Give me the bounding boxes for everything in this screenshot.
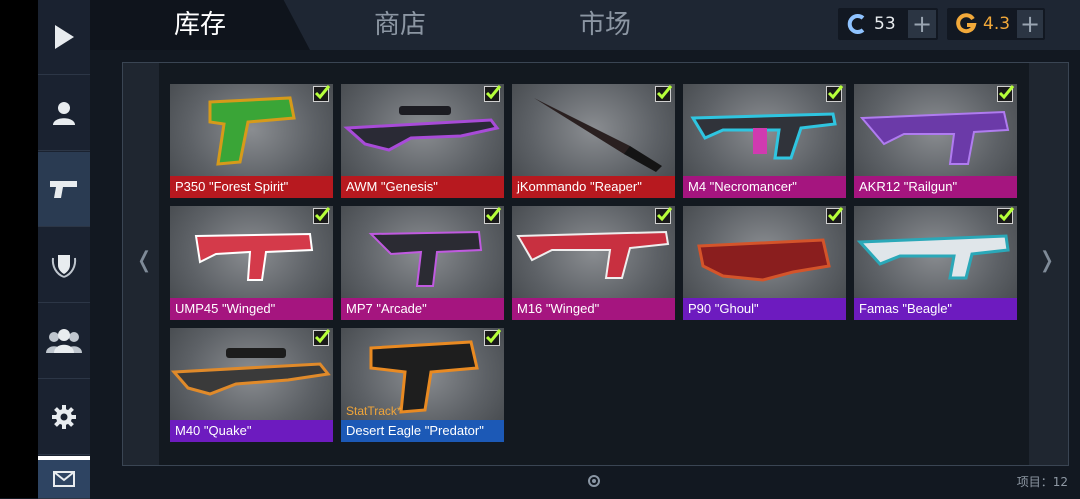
equipped-check-icon bbox=[484, 329, 502, 346]
inventory-item-card[interactable]: AWM "Genesis" bbox=[341, 84, 504, 198]
inventory-item-card[interactable]: AKR12 "Railgun" bbox=[854, 84, 1017, 198]
equipped-check-icon bbox=[997, 207, 1015, 224]
equipped-check-icon bbox=[655, 85, 673, 102]
item-name: P350 "Forest Spirit" bbox=[170, 176, 333, 198]
item-name: MP7 "Arcade" bbox=[341, 298, 504, 320]
item-name: M4 "Necromancer" bbox=[683, 176, 846, 198]
sidebar bbox=[38, 0, 90, 499]
sidebar-item-play[interactable] bbox=[38, 0, 90, 75]
item-name: M16 "Winged" bbox=[512, 298, 675, 320]
sidebar-item-mail[interactable] bbox=[38, 456, 90, 499]
inventory-item-card[interactable]: M40 "Quake" bbox=[170, 328, 333, 442]
weapon-image bbox=[368, 230, 483, 287]
item-name: Desert Eagle "Predator" bbox=[341, 420, 504, 442]
equipped-check-icon bbox=[826, 85, 844, 102]
inventory-panel: ❬ ❭ P350 "Forest Spirit" AWM "Genesis" jKo… bbox=[122, 62, 1069, 466]
page-indicator bbox=[588, 475, 600, 487]
inventory-item-card[interactable]: Famas "Beagle" bbox=[854, 206, 1017, 320]
laurel-shield-icon bbox=[49, 250, 79, 280]
equipped-check-icon bbox=[655, 207, 673, 224]
equipped-check-icon bbox=[313, 207, 331, 224]
gear-icon bbox=[51, 404, 77, 430]
equipped-check-icon bbox=[484, 85, 502, 102]
item-name: Famas "Beagle" bbox=[854, 298, 1017, 320]
equipped-check-icon bbox=[313, 85, 331, 102]
person-icon bbox=[51, 100, 77, 126]
inventory-item-card[interactable]: M16 "Winged" bbox=[512, 206, 675, 320]
tab-market[interactable]: 市场 bbox=[545, 0, 665, 50]
item-name: jKommando "Reaper" bbox=[512, 176, 675, 198]
credits-counter: 53 + bbox=[838, 8, 938, 40]
group-icon bbox=[45, 328, 83, 354]
weapon-image bbox=[343, 106, 500, 152]
play-icon bbox=[53, 24, 75, 50]
gold-value: 4.3 bbox=[983, 14, 1011, 34]
item-name: M40 "Quake" bbox=[170, 420, 333, 442]
weapon-image bbox=[208, 96, 296, 166]
weapon-image bbox=[859, 110, 1010, 165]
inventory-item-card[interactable]: jKommando "Reaper" bbox=[512, 84, 675, 198]
weapon-image bbox=[690, 112, 837, 160]
sidebar-item-friends[interactable] bbox=[38, 304, 90, 379]
items-count: 项目：12 bbox=[1016, 475, 1068, 489]
inventory-item-card[interactable]: StatTrack* Desert Eagle "Predator" bbox=[341, 328, 504, 442]
inventory-item-card[interactable]: UMP45 "Winged" bbox=[170, 206, 333, 320]
sidebar-item-profile[interactable] bbox=[38, 76, 90, 151]
c-coin-icon bbox=[846, 13, 868, 35]
inventory-item-card[interactable]: P90 "Ghoul" bbox=[683, 206, 846, 320]
inventory-item-card[interactable]: M4 "Necromancer" bbox=[683, 84, 846, 198]
tab-shop[interactable]: 商店 bbox=[340, 0, 460, 50]
sidebar-item-clan[interactable] bbox=[38, 228, 90, 303]
equipped-check-icon bbox=[313, 329, 331, 346]
item-name: P90 "Ghoul" bbox=[683, 298, 846, 320]
item-name: AWM "Genesis" bbox=[341, 176, 504, 198]
next-page-arrow[interactable]: ❭ bbox=[1038, 248, 1056, 273]
prev-page-arrow[interactable]: ❬ bbox=[135, 248, 153, 273]
weapon-image bbox=[194, 232, 314, 281]
top-bar: 库存 商店 市场 53 + 4.3 + bbox=[90, 0, 1080, 50]
weapon-image bbox=[856, 234, 1010, 280]
item-name: UMP45 "Winged" bbox=[170, 298, 333, 320]
inventory-item-card[interactable]: MP7 "Arcade" bbox=[341, 206, 504, 320]
sidebar-item-inventory[interactable] bbox=[38, 152, 90, 227]
weapon-image bbox=[534, 98, 662, 172]
inventory-item-card[interactable]: P350 "Forest Spirit" bbox=[170, 84, 333, 198]
weapon-image bbox=[170, 348, 331, 396]
equipped-check-icon bbox=[997, 85, 1015, 102]
screen-edge bbox=[0, 0, 38, 498]
equipped-check-icon bbox=[484, 207, 502, 224]
envelope-icon bbox=[53, 471, 75, 487]
item-name: AKR12 "Railgun" bbox=[854, 176, 1017, 198]
sidebar-item-settings[interactable] bbox=[38, 380, 90, 455]
stattrack-label: StatTrack* bbox=[346, 404, 402, 418]
weapon-image bbox=[697, 238, 831, 282]
pistol-icon bbox=[49, 178, 79, 200]
g-coin-icon bbox=[955, 13, 977, 35]
add-credits-button[interactable]: + bbox=[908, 10, 936, 38]
tab-inventory[interactable]: 库存 bbox=[90, 0, 310, 50]
credits-value: 53 bbox=[874, 14, 896, 34]
equipped-check-icon bbox=[826, 207, 844, 224]
add-gold-button[interactable]: + bbox=[1017, 10, 1043, 38]
gold-counter: 4.3 + bbox=[947, 8, 1045, 40]
weapon-image bbox=[516, 230, 670, 279]
